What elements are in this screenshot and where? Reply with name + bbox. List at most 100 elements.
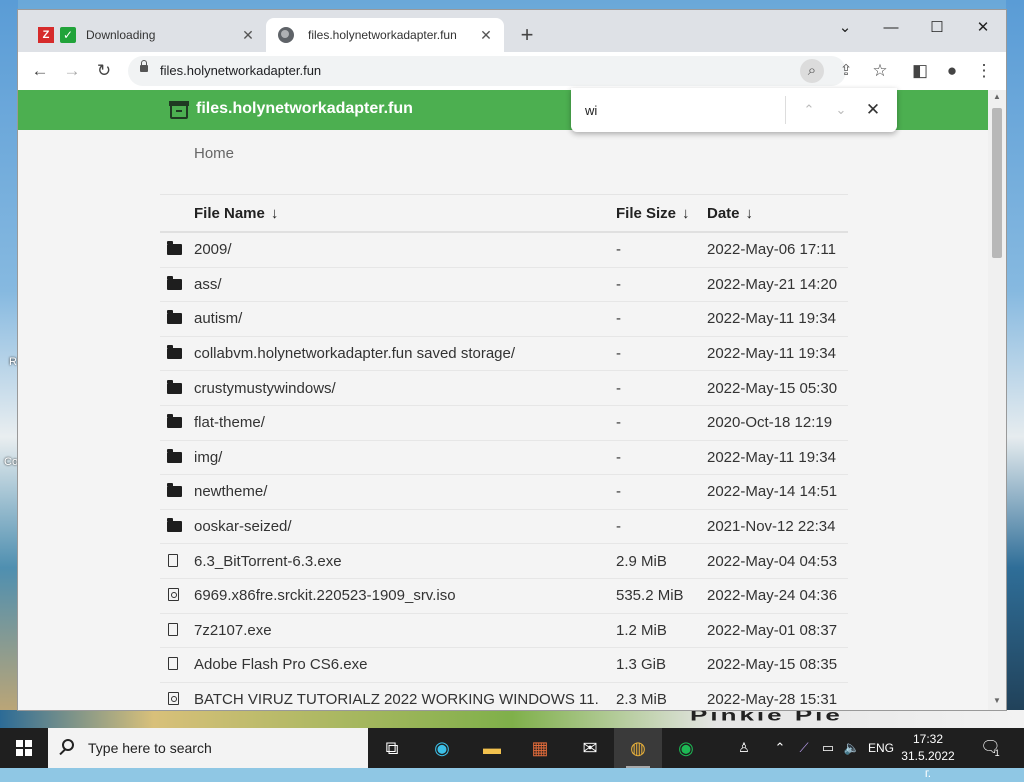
find-in-page-icon[interactable]: ⌕: [800, 59, 824, 83]
table-row[interactable]: autism/-2022-May-11 19:34: [160, 301, 848, 337]
close-tab-button[interactable]: ✕: [476, 27, 496, 44]
column-header-size[interactable]: File Size ↓: [616, 194, 707, 233]
site-title[interactable]: files.holynetworkadapter.fun: [196, 100, 413, 118]
volume-icon[interactable]: 🔈: [842, 728, 862, 768]
table-row[interactable]: img/-2022-May-11 19:34: [160, 440, 848, 476]
table-row[interactable]: 6969.x86fre.srckit.220523-1909_srv.iso 53…: [160, 578, 848, 614]
file-name-link[interactable]: 6969.x86fre.srckit.220523-1909_srv.iso: [194, 578, 616, 614]
taskbar-search-box[interactable]: Type here to search: [48, 728, 368, 768]
clock[interactable]: 17:32 31.5.2022 г.: [900, 731, 956, 782]
edge-icon[interactable]: ◉: [418, 728, 466, 768]
tab-files-site[interactable]: files.holynetworkadapter.fun ✕: [266, 18, 504, 52]
taskbar: Type here to search ⧉ ◉ ▬ ▦ ✉ ◍ ◉ ♙ ⌃ ⟋ …: [0, 728, 1024, 780]
row-icon-cell: [160, 440, 194, 476]
file-name-link[interactable]: newtheme/: [194, 474, 616, 510]
row-icon-cell: [160, 647, 194, 683]
row-icon-cell: [160, 267, 194, 303]
table-row[interactable]: flat-theme/-2020-Oct-18 12:19: [160, 405, 848, 441]
reload-button[interactable]: ↻: [90, 59, 118, 83]
file-name-link[interactable]: BATCH VIRUZ TUTORIALZ 2022 WORKING WINDO…: [194, 682, 616, 710]
file-size: 1.2 MiB: [616, 613, 707, 649]
file-date: 2022-May-24 04:36: [707, 578, 848, 614]
file-size: 2.9 MiB: [616, 543, 707, 579]
file-name-link[interactable]: flat-theme/: [194, 405, 616, 441]
scroll-down-arrow[interactable]: ▼: [992, 696, 1002, 705]
start-button[interactable]: [0, 728, 48, 768]
file-explorer-icon[interactable]: ▬: [468, 728, 516, 768]
column-header-date[interactable]: Date ↓: [707, 194, 848, 233]
table-row[interactable]: Adobe Flash Pro CS6.exe 1.3 GiB 2022-May-1…: [160, 647, 848, 683]
scrollbar-thumb[interactable]: [992, 108, 1002, 258]
lock-icon[interactable]: [140, 60, 148, 72]
mail-icon[interactable]: ✉: [566, 728, 614, 768]
spotify-icon[interactable]: ◉: [662, 728, 710, 768]
task-view-icon[interactable]: ⧉: [368, 728, 416, 768]
address-bar[interactable]: files.holynetworkadapter.fun ⌕ ⇪: [128, 56, 852, 86]
find-close-button[interactable]: ✕: [861, 98, 885, 122]
file-name-link[interactable]: 7z2107.exe: [194, 613, 616, 649]
table-row[interactable]: 7z2107.exe 1.2 MiB 2022-May-01 08:37: [160, 613, 848, 649]
store-icon[interactable]: ▦: [516, 728, 564, 768]
column-label: File Size: [616, 204, 677, 222]
row-icon-cell: [160, 543, 194, 579]
notifications-icon[interactable]: 🗨1: [980, 728, 1006, 768]
menu-icon[interactable]: ⋮: [970, 59, 998, 83]
desktop-wallpaper-right: [1006, 0, 1024, 728]
file-name-link[interactable]: img/: [194, 440, 616, 476]
close-window-button[interactable]: ✕: [960, 14, 1006, 42]
find-next-button[interactable]: ⌄: [829, 98, 853, 122]
find-previous-button[interactable]: ⌃: [797, 98, 821, 122]
file-size: -: [616, 301, 707, 337]
table-row[interactable]: collabvm.holynetworkadapter.fun saved st…: [160, 336, 848, 372]
table-row[interactable]: ass/-2022-May-21 14:20: [160, 267, 848, 303]
sort-arrow-icon: ↓: [745, 204, 754, 222]
chrome-icon[interactable]: ◍: [614, 728, 662, 768]
file-name-link[interactable]: Adobe Flash Pro CS6.exe: [194, 647, 616, 683]
file-name-link[interactable]: ooskar-seized/: [194, 509, 616, 545]
table-row[interactable]: crustymustywindows/-2022-May-15 05:30: [160, 370, 848, 406]
minimize-button[interactable]: —: [868, 14, 914, 42]
column-label: File Name: [194, 204, 265, 222]
file-name-link[interactable]: 6.3_BitTorrent-6.3.exe: [194, 543, 616, 579]
file-name-link[interactable]: autism/: [194, 301, 616, 337]
file-name-link[interactable]: crustymustywindows/: [194, 370, 616, 406]
file-size: -: [616, 405, 707, 441]
language-indicator[interactable]: ENG: [866, 728, 896, 768]
people-icon[interactable]: ♙: [732, 728, 756, 768]
share-icon[interactable]: ⇪: [834, 59, 858, 83]
url-text[interactable]: files.holynetworkadapter.fun: [160, 63, 321, 78]
vertical-scrollbar[interactable]: ▲ ▼: [988, 90, 1006, 710]
table-row[interactable]: 6.3_BitTorrent-6.3.exe 2.9 MiB 2022-May-04…: [160, 543, 848, 579]
table-row[interactable]: BATCH VIRUZ TUTORIALZ 2022 WORKING WINDO…: [160, 682, 848, 710]
table-header-row: File Name ↓ File Size ↓ Date ↓: [160, 194, 848, 233]
tab-downloading[interactable]: Z ✓ Downloading ✕: [28, 18, 266, 52]
desktop-wallpaper-bottom: [0, 710, 1024, 728]
tab-search-button[interactable]: ⌄: [822, 14, 868, 42]
file-name-link[interactable]: ass/: [194, 267, 616, 303]
column-header-name[interactable]: File Name ↓: [194, 194, 616, 233]
find-bar: ⌃ ⌄ ✕: [571, 88, 897, 132]
scroll-up-arrow[interactable]: ▲: [992, 92, 1002, 101]
table-row[interactable]: ooskar-seized/-2021-Nov-12 22:34: [160, 509, 848, 545]
breadcrumb-home[interactable]: Home: [194, 145, 234, 162]
profile-icon[interactable]: ●: [938, 59, 966, 83]
file-name-link[interactable]: collabvm.holynetworkadapter.fun saved st…: [194, 336, 616, 372]
tab-title: files.holynetworkadapter.fun: [308, 28, 457, 42]
file-name-link[interactable]: 2009/: [194, 232, 616, 268]
forward-button[interactable]: →: [58, 59, 86, 83]
close-tab-button[interactable]: ✕: [238, 27, 258, 44]
column-label: Date: [707, 204, 740, 222]
feather-icon[interactable]: ⟋: [794, 728, 814, 768]
network-icon[interactable]: ▭: [818, 728, 838, 768]
bookmark-star-icon[interactable]: ☆: [866, 59, 894, 83]
side-panel-icon[interactable]: ◧: [906, 59, 934, 83]
new-tab-button[interactable]: +: [514, 22, 540, 48]
maximize-button[interactable]: ☐: [914, 14, 960, 42]
back-button[interactable]: ←: [26, 59, 54, 83]
find-input[interactable]: [585, 100, 775, 120]
table-row[interactable]: newtheme/-2022-May-14 14:51: [160, 474, 848, 510]
table-row[interactable]: 2009/-2022-May-06 17:11: [160, 232, 848, 268]
folder-icon: [167, 414, 182, 429]
tray-overflow-chevron-icon[interactable]: ⌃: [770, 728, 790, 768]
file-date: 2022-May-04 04:53: [707, 543, 848, 579]
